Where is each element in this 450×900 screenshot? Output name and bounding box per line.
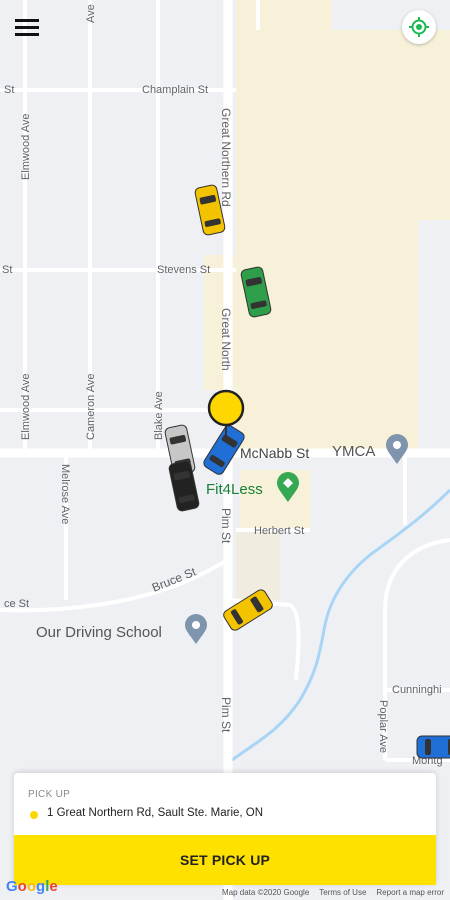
report-link[interactable]: Report a map error xyxy=(376,888,444,897)
gps-target-icon xyxy=(409,17,429,37)
street-label-pim-bottom: Pim St xyxy=(219,697,233,733)
street-label-bruce-left: ce St xyxy=(4,598,29,610)
street-label-stevens: Stevens St xyxy=(157,264,210,276)
street-label-poplar: Poplar Ave xyxy=(377,700,389,753)
pickup-address[interactable]: 1 Great Northern Rd, Sault Ste. Marie, O… xyxy=(47,807,263,819)
map-data-credit: Map data ©2020 Google xyxy=(221,888,310,897)
car-marker xyxy=(416,735,450,759)
street-label-cameron-top: Ave xyxy=(85,4,97,23)
street-label-cameron: Cameron Ave xyxy=(85,374,97,440)
street-label-great-northern-top: Great Northern Rd xyxy=(219,108,233,207)
street-label-mcnabb: McNabb St xyxy=(240,445,309,461)
hamburger-menu-icon xyxy=(15,19,39,36)
set-pickup-button[interactable]: SET PICK UP xyxy=(14,835,436,885)
street-label-champlain: Champlain St xyxy=(142,84,208,96)
street-label-herbert: Herbert St xyxy=(254,525,304,537)
street-label-melrose: Melrose Ave xyxy=(59,464,71,524)
map-footer: Map data ©2020 Google Terms of Use Repor… xyxy=(222,888,444,897)
street-label-champlain-left: St xyxy=(4,84,14,96)
street-label-stevens-left: St xyxy=(2,264,12,276)
street-label-pim-top: Pim St xyxy=(219,508,233,544)
street-label-elmwood-bottom: Elmwood Ave xyxy=(20,374,32,440)
terms-link[interactable]: Terms of Use xyxy=(319,888,366,897)
locate-me-button[interactable] xyxy=(402,10,436,44)
pickup-dot-icon xyxy=(30,811,38,819)
google-logo: Google xyxy=(6,878,58,895)
menu-button[interactable] xyxy=(10,10,44,44)
street-label-cunningham: Cunninghi xyxy=(392,684,442,696)
pickup-heading: PICK UP xyxy=(28,789,71,800)
map-view[interactable]: Champlain St St Stevens St St ce St Herb… xyxy=(0,0,450,900)
street-label-elmwood-top: Elmwood Ave xyxy=(20,114,32,180)
app-root: Champlain St St Stevens St St ce St Herb… xyxy=(0,0,450,900)
poi-label-fit4less: Fit4Less xyxy=(206,481,263,498)
street-label-great-northern-mid: Great North xyxy=(219,308,233,371)
street-label-blake: Blake Ave xyxy=(153,391,165,440)
poi-label-ymca: YMCA xyxy=(332,443,375,460)
poi-label-driving-school: Our Driving School xyxy=(36,624,162,641)
